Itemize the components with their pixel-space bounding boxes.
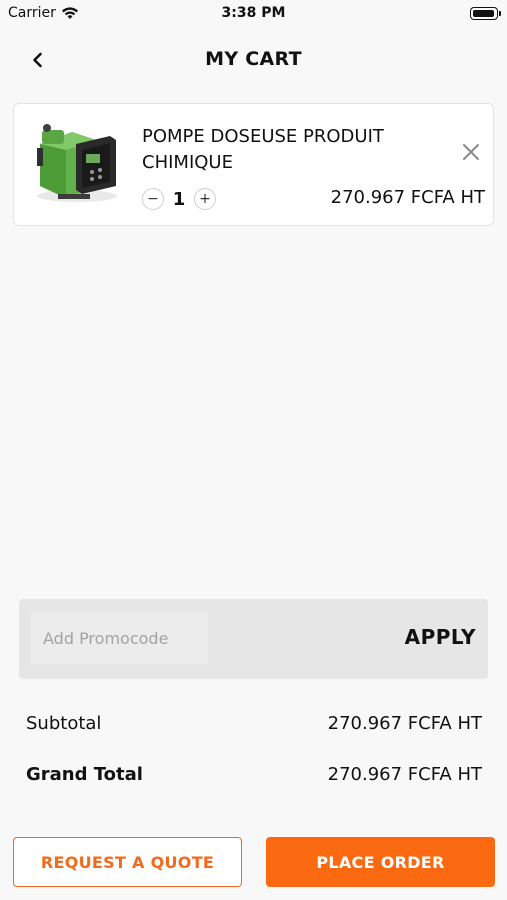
promo-code-input[interactable]: [31, 612, 208, 664]
grand-total-row: Grand Total 270.967 FCFA HT: [26, 764, 482, 785]
apply-promo-button[interactable]: APPLY: [405, 625, 476, 649]
subtotal-label: Subtotal: [26, 713, 102, 734]
product-name[interactable]: POMPE DOSEUSE PRODUIT CHIMIQUE: [142, 124, 442, 176]
quantity-value: 1: [172, 188, 186, 210]
quantity-stepper: − 1 +: [142, 188, 216, 210]
subtotal-row: Subtotal 270.967 FCFA HT: [26, 713, 482, 734]
status-bar: Carrier 3:38 PM: [0, 0, 507, 28]
close-icon: [463, 144, 479, 160]
nav-bar: MY CART: [0, 40, 507, 80]
product-image[interactable]: [32, 122, 122, 206]
place-order-button[interactable]: PLACE ORDER: [266, 837, 495, 887]
remove-item-button[interactable]: [461, 142, 481, 162]
cart-item-card: POMPE DOSEUSE PRODUIT CHIMIQUE − 1 + 270…: [13, 103, 494, 226]
grand-total-label: Grand Total: [26, 764, 143, 785]
item-price: 270.967 FCFA HT: [330, 187, 485, 208]
decrease-quantity-button[interactable]: −: [142, 188, 164, 210]
promo-section: APPLY: [19, 599, 488, 679]
increase-quantity-button[interactable]: +: [194, 188, 216, 210]
request-quote-button[interactable]: REQUEST A QUOTE: [13, 837, 242, 887]
subtotal-value: 270.967 FCFA HT: [327, 713, 482, 734]
page-title: MY CART: [205, 48, 302, 70]
dosing-pump-image: [37, 124, 117, 202]
grand-total-value: 270.967 FCFA HT: [327, 764, 482, 785]
battery-icon: [470, 7, 501, 20]
clock: 3:38 PM: [221, 5, 286, 21]
